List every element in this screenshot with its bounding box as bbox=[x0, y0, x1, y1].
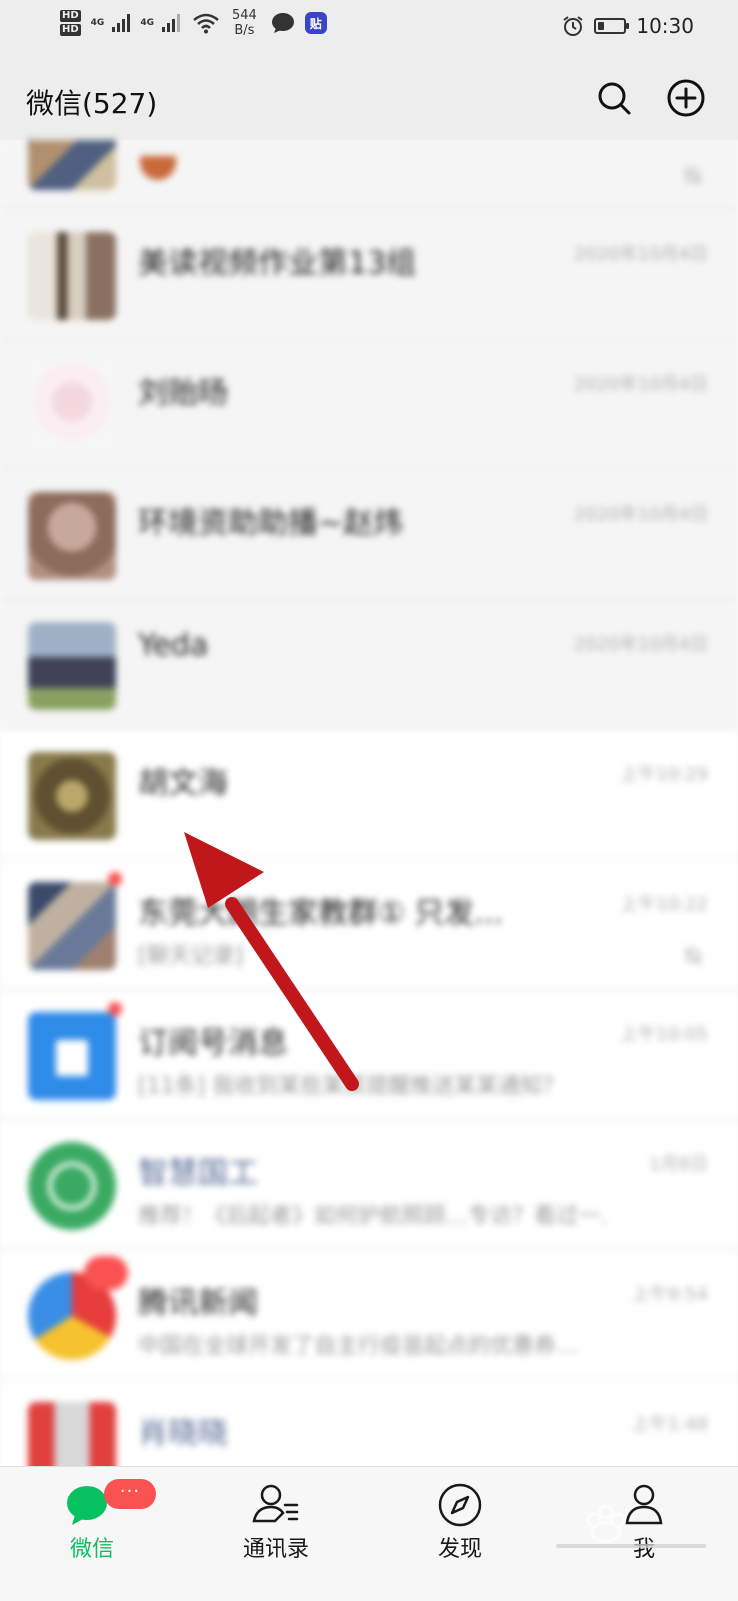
wifi-icon bbox=[193, 13, 219, 34]
unread-dot bbox=[108, 1002, 122, 1016]
chat-name: 肖晓晓 bbox=[138, 1416, 228, 1451]
chat-time: 上午10:29 bbox=[620, 764, 708, 785]
status-left: HD HD 4G 4G 544 B/s 贴 bbox=[60, 8, 327, 38]
tab-label: 发现 bbox=[437, 1537, 482, 1562]
app-header: 微信(527) bbox=[0, 60, 738, 140]
chat-time: 2020年10月4日 bbox=[573, 504, 708, 525]
unread-dot bbox=[108, 872, 122, 886]
mute-bell-icon bbox=[684, 167, 702, 185]
status-time: 10:30 bbox=[636, 14, 694, 38]
status-bar: HD HD 4G 4G 544 B/s 贴 10:30 bbox=[0, 0, 738, 60]
group-avatar bbox=[28, 882, 116, 970]
chat-row[interactable]: Yeda 2020年10月4日 bbox=[0, 600, 738, 730]
tab-contacts[interactable]: 通讯录 bbox=[184, 1467, 368, 1601]
chat-row[interactable]: 订阅号消息 [11条] 我收到某些某某提醒推送某某通知？ 上午10:05 bbox=[0, 990, 738, 1120]
watermark-logo bbox=[556, 1504, 706, 1548]
chat-name: 胡文海 bbox=[138, 766, 228, 801]
hd-indicators: HD HD bbox=[60, 10, 81, 36]
chat-row[interactable]: 智慧国工 推荐！《后起者》如何护航照顾…专访？看过一... 1月8日 bbox=[0, 1120, 738, 1250]
battery-level bbox=[598, 22, 605, 30]
logo-icon bbox=[48, 1162, 96, 1210]
hd-indicator-1: HD bbox=[60, 10, 81, 22]
chat-name: 刘贻旸 bbox=[138, 376, 228, 411]
tab-chats[interactable]: ··· 微信 bbox=[0, 1467, 184, 1601]
chat-name: 智慧国工 bbox=[138, 1156, 258, 1191]
tab-discover[interactable]: 发现 bbox=[368, 1467, 552, 1601]
chat-name: 腾讯新闻 bbox=[138, 1286, 258, 1321]
compass-icon bbox=[438, 1483, 482, 1527]
avatar bbox=[28, 140, 116, 190]
chat-list[interactable]: 美读视频作业第13组 2020年10月4日 刘贻旸 2020年10月4日 环境资… bbox=[0, 140, 738, 1496]
chat-row[interactable]: 东莞大朗生家教群① 只发... [聊天记录] 上午10:22 bbox=[0, 860, 738, 990]
mute-bell-icon bbox=[684, 947, 702, 965]
network-type-1: 4G bbox=[90, 18, 105, 28]
document-icon bbox=[56, 1040, 88, 1076]
chat-time: 2020年10月4日 bbox=[573, 374, 708, 395]
message-notification-icon bbox=[271, 13, 294, 33]
chat-name: 美读视频作业第13组 bbox=[138, 246, 417, 281]
battery-icon bbox=[594, 18, 630, 34]
tab-label: 微信 bbox=[69, 1537, 114, 1562]
chat-row[interactable] bbox=[0, 140, 738, 210]
chat-time: 上午1:48 bbox=[631, 1414, 708, 1435]
unread-badge bbox=[84, 1256, 128, 1290]
avatar bbox=[28, 752, 116, 840]
chat-time: 2020年10月4日 bbox=[573, 634, 708, 655]
signal-bars-icon-2 bbox=[161, 14, 180, 32]
page-title: 微信(527) bbox=[26, 87, 158, 120]
contacts-icon bbox=[252, 1484, 299, 1523]
chat-preview: 中国在全球开发了自主行疫苗起点的优惠券... bbox=[138, 1334, 577, 1359]
group-avatar bbox=[28, 232, 116, 320]
emoji-icon bbox=[140, 156, 176, 180]
chat-preview: [聊天记录] bbox=[138, 944, 244, 969]
hd-indicator-2: HD bbox=[60, 24, 81, 36]
chat-row[interactable]: 刘贻旸 2020年10月4日 bbox=[0, 340, 738, 470]
network-type-2: 4G bbox=[140, 18, 154, 28]
speed-value: 544 bbox=[231, 8, 257, 23]
app-notification-badge: 贴 bbox=[304, 12, 327, 34]
chat-name: 东莞大朗生家教群① 只发... bbox=[138, 896, 504, 931]
avatar bbox=[28, 492, 116, 580]
avatar bbox=[28, 622, 116, 710]
plus-circle-icon[interactable] bbox=[666, 78, 706, 118]
network-speed: 544 B/s bbox=[232, 8, 257, 38]
chat-name: 环境资助助播~赵炜 bbox=[138, 506, 404, 541]
signal-bars-icon bbox=[112, 14, 131, 32]
avatar bbox=[28, 362, 116, 450]
tab-label: 通讯录 bbox=[242, 1537, 309, 1562]
alarm-icon bbox=[563, 16, 583, 36]
chat-row[interactable]: 腾讯新闻 中国在全球开发了自主行疫苗起点的优惠券... 上午9:54 bbox=[0, 1250, 738, 1380]
chat-row[interactable]: 环境资助助播~赵炜 2020年10月4日 bbox=[0, 470, 738, 600]
chat-name: 订阅号消息 bbox=[138, 1026, 288, 1061]
chat-time: 上午10:05 bbox=[620, 1024, 708, 1045]
chat-time: 上午10:22 bbox=[620, 894, 708, 915]
chat-name: Yeda bbox=[138, 628, 209, 663]
chat-preview: 推荐！《后起者》如何护航照顾…专访？看过一... bbox=[138, 1204, 608, 1229]
unread-badge: ··· bbox=[104, 1479, 156, 1509]
chat-row-target[interactable]: 胡文海 上午10:29 bbox=[0, 730, 738, 860]
chat-time: 1月8日 bbox=[649, 1154, 708, 1175]
chat-time: 上午9:54 bbox=[631, 1284, 708, 1305]
speed-unit: B/s bbox=[234, 23, 255, 38]
chat-row[interactable]: 美读视频作业第13组 2020年10月4日 bbox=[0, 210, 738, 340]
search-icon[interactable] bbox=[594, 78, 634, 118]
status-right: 10:30 bbox=[562, 14, 694, 38]
chat-preview: [11条] 我收到某些某某提醒推送某某通知？ bbox=[138, 1074, 565, 1099]
chat-time: 2020年10月4日 bbox=[573, 244, 708, 265]
